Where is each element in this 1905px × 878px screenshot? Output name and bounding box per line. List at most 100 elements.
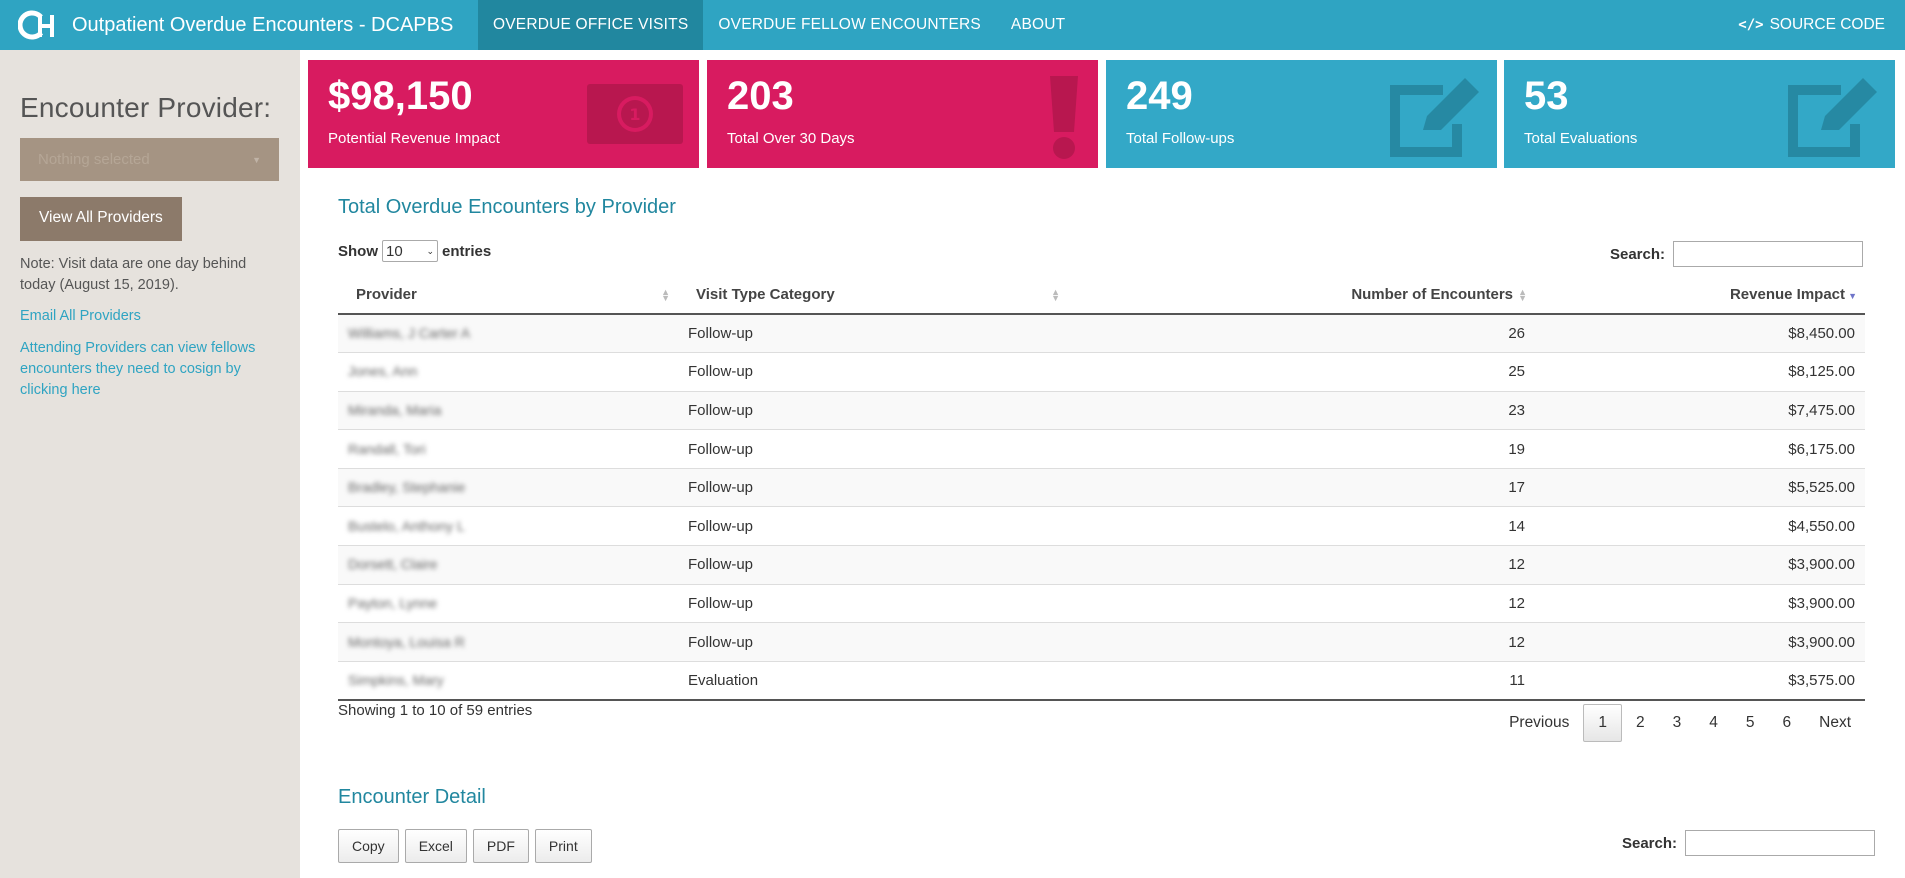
provider-cell: Bradley, Stephanie [338, 468, 678, 508]
encounters-cell: 25 [1068, 352, 1535, 392]
source-code-link[interactable]: </> SOURCE CODE [1738, 0, 1905, 50]
provider-select[interactable]: Nothing selected ▼ [20, 138, 279, 181]
brand[interactable]: Outpatient Overdue Encounters - DCAPBS [0, 0, 478, 50]
visit-type-cell: Follow-up [678, 622, 1068, 662]
revenue-cell: $5,525.00 [1535, 468, 1865, 508]
table-row[interactable]: Jones, Ann Follow-up 25 $8,125.00 [338, 352, 1865, 392]
encounters-cell: 14 [1068, 506, 1535, 547]
entries-select[interactable]: 10 ⌄ [382, 240, 438, 262]
visit-type-cell: Follow-up [678, 391, 1068, 431]
sidebar: Encounter Provider: Nothing selected ▼ V… [0, 50, 300, 878]
entries-label: entries [442, 242, 492, 260]
table-row[interactable]: Williams, J Carter A Follow-up 26 $8,450… [338, 314, 1865, 354]
card-label: Total Evaluations [1524, 130, 1638, 147]
encounters-cell: 12 [1068, 622, 1535, 662]
visit-type-cell: Follow-up [678, 545, 1068, 585]
revenue-cell: $7,475.00 [1535, 391, 1865, 431]
revenue-cell: $3,900.00 [1535, 622, 1865, 662]
logo-icon [18, 10, 54, 40]
revenue-cell: $4,550.00 [1535, 506, 1865, 547]
column-header-revenue[interactable]: Revenue Impact ▼ [1535, 276, 1865, 315]
card-value: 203 [727, 74, 794, 118]
encounters-cell: 17 [1068, 468, 1535, 508]
card-value: 53 [1524, 74, 1569, 118]
search-input[interactable] [1673, 241, 1863, 267]
table-info: Showing 1 to 10 of 59 entries [338, 702, 533, 719]
chevron-down-icon: ▼ [252, 154, 261, 165]
table-row[interactable]: Bradley, Stephanie Follow-up 17 $5,525.0… [338, 468, 1865, 508]
card-value: $98,150 [328, 74, 473, 118]
exclamation-icon [1050, 76, 1078, 159]
page-3[interactable]: 3 [1659, 704, 1696, 742]
pagination-next[interactable]: Next [1805, 704, 1865, 742]
visit-type-cell: Evaluation [678, 661, 1068, 701]
encounters-cell: 12 [1068, 584, 1535, 624]
encounters-cell: 26 [1068, 314, 1535, 354]
encounters-cell: 23 [1068, 391, 1535, 431]
money-icon: 1 [587, 84, 683, 144]
visit-type-cell: Follow-up [678, 314, 1068, 354]
provider-cell: Simpkins, Mary [338, 661, 678, 701]
provider-cell: Dorsett, Claire [338, 545, 678, 585]
top-navbar: Outpatient Overdue Encounters - DCAPBS O… [0, 0, 1905, 50]
card-label: Potential Revenue Impact [328, 130, 500, 147]
app-title: Outpatient Overdue Encounters - DCAPBS [72, 13, 454, 36]
column-header-provider[interactable]: Provider ▲ ▼ [338, 276, 678, 315]
provider-cell: Bustelo, Anthony L [338, 506, 678, 547]
nav-about[interactable]: ABOUT [996, 0, 1080, 50]
revenue-cell: $8,125.00 [1535, 352, 1865, 392]
provider-cell: Montoya, Louisa R [338, 622, 678, 662]
page-4[interactable]: 4 [1695, 704, 1732, 742]
table-row[interactable]: Montoya, Louisa R Follow-up 12 $3,900.00 [338, 622, 1865, 662]
email-all-providers-link[interactable]: Email All Providers [20, 306, 280, 327]
card-total-follow-ups: 249 Total Follow-ups [1106, 60, 1497, 168]
print-button[interactable]: Print [534, 829, 592, 863]
sidebar-heading: Encounter Provider: [20, 92, 272, 123]
pagination: Previous 1 2 3 4 5 6 Next [1495, 704, 1865, 742]
encounters-cell: 12 [1068, 545, 1535, 585]
nav-overdue-office-visits[interactable]: OVERDUE OFFICE VISITS [478, 0, 704, 50]
card-value: 249 [1126, 74, 1193, 118]
copy-button[interactable]: Copy [338, 829, 399, 863]
encounters-cell: 19 [1068, 429, 1535, 469]
visit-type-cell: Follow-up [678, 429, 1068, 469]
revenue-cell: $6,175.00 [1535, 429, 1865, 469]
visit-type-cell: Follow-up [678, 506, 1068, 547]
page-1[interactable]: 1 [1583, 704, 1622, 742]
table-row[interactable]: Miranda, Maria Follow-up 23 $7,475.00 [338, 391, 1865, 431]
table-row[interactable]: Payton, Lynne Follow-up 12 $3,900.00 [338, 584, 1865, 624]
table-row[interactable]: Simpkins, Mary Evaluation 11 $3,575.00 [338, 661, 1865, 701]
pagination-previous[interactable]: Previous [1495, 704, 1583, 742]
provider-select-placeholder: Nothing selected [38, 151, 150, 168]
page-5[interactable]: 5 [1732, 704, 1769, 742]
sort-desc-icon: ▼ [1848, 291, 1857, 301]
detail-search: Search: [1622, 830, 1875, 856]
show-label: Show [338, 242, 378, 260]
view-all-providers-button[interactable]: View All Providers [20, 197, 182, 241]
table-row[interactable]: Dorsett, Claire Follow-up 12 $3,900.00 [338, 545, 1865, 585]
code-icon: </> [1738, 17, 1764, 33]
data-note: Note: Visit data are one day behind toda… [20, 256, 247, 293]
nav-overdue-fellow-encounters[interactable]: OVERDUE FELLOW ENCOUNTERS [703, 0, 996, 50]
visit-type-cell: Follow-up [678, 352, 1068, 392]
table-row[interactable]: Bustelo, Anthony L Follow-up 14 $4,550.0… [338, 506, 1865, 547]
detail-search-input[interactable] [1685, 830, 1875, 856]
attending-providers-link[interactable]: Attending Providers can view fellows enc… [20, 338, 280, 401]
page-6[interactable]: 6 [1769, 704, 1806, 742]
column-header-encounters[interactable]: Number of Encounters ▲ ▼ [1068, 276, 1535, 315]
excel-button[interactable]: Excel [404, 829, 467, 863]
encounters-cell: 11 [1068, 661, 1535, 701]
sort-icon: ▲ ▼ [1518, 287, 1527, 303]
table-row[interactable]: Randall, Tori Follow-up 19 $6,175.00 [338, 429, 1865, 469]
page-2[interactable]: 2 [1622, 704, 1659, 742]
revenue-cell: $8,450.00 [1535, 314, 1865, 354]
pdf-button[interactable]: PDF [472, 829, 529, 863]
revenue-cell: $3,575.00 [1535, 661, 1865, 701]
column-header-visit-type[interactable]: Visit Type Category ▲ ▼ [678, 276, 1068, 315]
svg-text:1: 1 [629, 105, 640, 124]
provider-cell: Payton, Lynne [338, 584, 678, 624]
table-search: Search: [1610, 241, 1863, 267]
edit-icon [1788, 78, 1877, 157]
revenue-cell: $3,900.00 [1535, 584, 1865, 624]
export-buttons: Copy Excel PDF Print [338, 829, 598, 863]
